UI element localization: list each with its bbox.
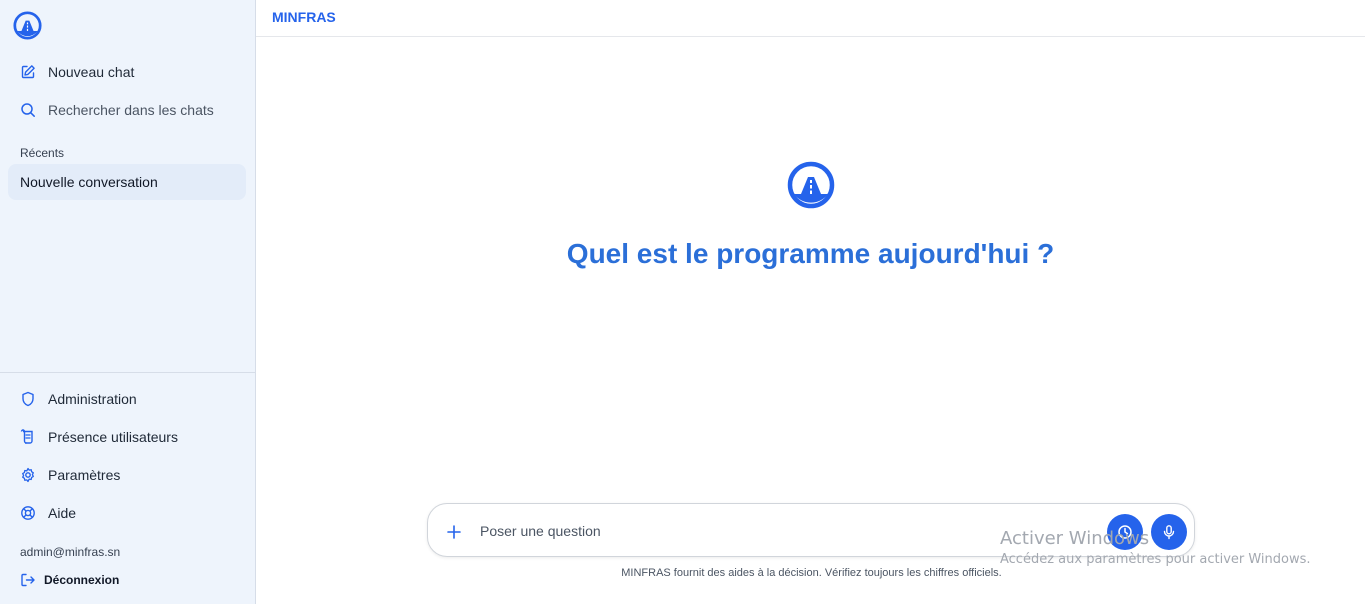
mic-icon [1163, 525, 1175, 540]
recents-section-title: Récents [20, 146, 65, 160]
plus-icon [447, 525, 461, 539]
voice-input-button[interactable] [1151, 514, 1187, 550]
logout-icon [21, 573, 35, 587]
lifebuoy-icon [20, 505, 36, 521]
sidebar-divider [0, 372, 256, 373]
conversation-item[interactable]: Nouvelle conversation [8, 164, 246, 200]
edit-icon [20, 64, 36, 80]
sidebar: Nouveau chat Rechercher dans les chats R… [0, 0, 256, 604]
clock-icon [1118, 525, 1132, 539]
help-label: Aide [48, 505, 77, 521]
logout-label: Déconnexion [44, 573, 120, 587]
sidebar-item-settings[interactable]: Paramètres [8, 458, 246, 492]
attach-button[interactable] [444, 522, 464, 542]
search-icon [20, 102, 36, 118]
main-area: MINFRAS Quel est le programme aujourd'hu… [256, 0, 1365, 604]
sidebar-item-administration[interactable]: Administration [8, 382, 246, 416]
road-logo-icon [787, 161, 835, 209]
logout-button[interactable]: Déconnexion [20, 572, 119, 588]
shield-icon [20, 391, 36, 407]
chat-composer [427, 503, 1195, 557]
settings-label: Paramètres [48, 467, 121, 483]
scroll-icon [20, 429, 36, 445]
app-window: Nouveau chat Rechercher dans les chats R… [0, 0, 1365, 604]
gear-icon [20, 467, 36, 483]
disclaimer-text: MINFRAS fournit des aides à la décision.… [621, 567, 1002, 579]
search-chats-label: Rechercher dans les chats [48, 102, 214, 118]
brand-title: MINFRAS [272, 9, 336, 25]
search-chats-button[interactable]: Rechercher dans les chats [8, 93, 246, 127]
user-email: admin@minfras.sn [20, 545, 121, 559]
new-chat-label: Nouveau chat [48, 64, 135, 80]
history-button[interactable] [1107, 514, 1143, 550]
road-logo-icon[interactable] [13, 11, 42, 40]
sidebar-item-help[interactable]: Aide [8, 496, 246, 530]
question-input[interactable] [480, 518, 1080, 544]
welcome-headline: Quel est le programme aujourd'hui ? [566, 238, 1055, 269]
sidebar-item-presence[interactable]: Présence utilisateurs [8, 420, 246, 454]
new-chat-button[interactable]: Nouveau chat [8, 55, 246, 89]
administration-label: Administration [48, 391, 137, 407]
presence-label: Présence utilisateurs [48, 429, 178, 445]
top-bar: MINFRAS [256, 0, 1365, 37]
